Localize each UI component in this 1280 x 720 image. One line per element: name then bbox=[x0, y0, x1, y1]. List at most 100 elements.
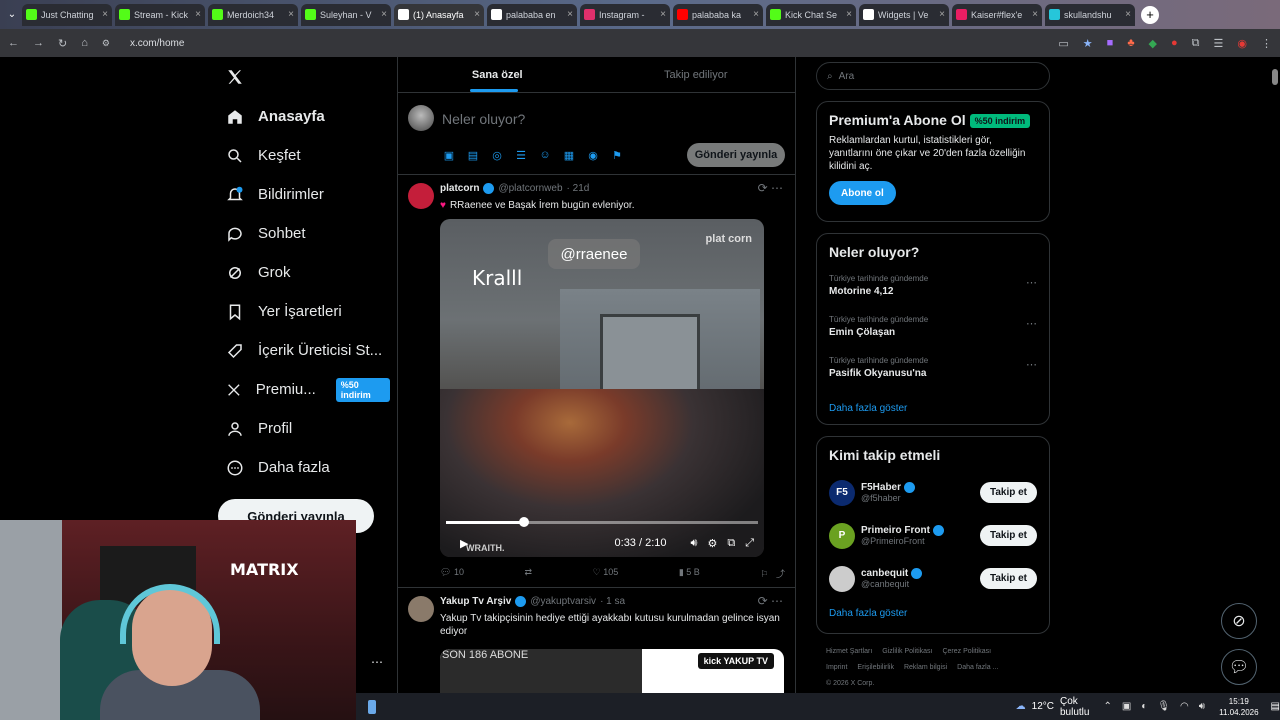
nav-item-4[interactable]: Sohbet bbox=[220, 214, 390, 253]
more-icon[interactable]: ⋯ bbox=[1026, 276, 1037, 289]
extension-2-icon[interactable]: ♣ bbox=[1127, 37, 1134, 50]
scrollbar[interactable] bbox=[1272, 69, 1278, 85]
volume-icon[interactable]: 🔊︎ bbox=[691, 537, 698, 550]
follow-suggestion[interactable]: P Primeiro Front @PrimeiroFront Takip et bbox=[829, 514, 1037, 557]
subscribe-button[interactable]: Abone ol bbox=[829, 181, 896, 206]
browser-tab[interactable]: Merdoich34 × bbox=[208, 3, 298, 26]
tray-wifi-icon[interactable]: ◠ bbox=[1180, 701, 1189, 712]
tweet-author[interactable]: Yakup Tv Arşiv bbox=[440, 596, 511, 607]
browser-tab[interactable]: Just Chatting × bbox=[22, 3, 112, 26]
avatar[interactable]: F5 bbox=[829, 479, 855, 506]
tweet-handle[interactable]: @platcornweb bbox=[498, 183, 562, 194]
nav-item-10[interactable]: Daha fazla bbox=[220, 448, 390, 487]
site-info-icon[interactable]: ⚙ bbox=[102, 38, 110, 49]
trends-show-more[interactable]: Daha fazla göster bbox=[829, 403, 1037, 414]
tray-mic-icon[interactable]: 🎙︎ bbox=[1157, 701, 1170, 712]
avatar[interactable] bbox=[408, 105, 434, 131]
reload-icon[interactable]: ↻ bbox=[58, 37, 67, 50]
follow-name[interactable]: Primeiro Front bbox=[861, 525, 930, 536]
play-icon[interactable]: ▶ bbox=[460, 537, 468, 550]
avatar[interactable] bbox=[829, 565, 855, 592]
reply-button[interactable]: 💬︎ 10 bbox=[440, 567, 464, 580]
follow-button[interactable]: Takip et bbox=[979, 482, 1037, 503]
more-icon[interactable]: ⋯ bbox=[1026, 358, 1037, 371]
footer-link[interactable]: Hizmet Şartları bbox=[826, 648, 872, 655]
trend-item[interactable]: Türkiye tarihinde gündemde Pasifik Okyanu… bbox=[829, 354, 1037, 395]
avatar[interactable] bbox=[408, 183, 434, 209]
views-button[interactable]: ▮ 5 B bbox=[679, 567, 700, 580]
follow-button[interactable]: Takip et bbox=[979, 568, 1037, 589]
nav-item-3[interactable]: Bildirimler bbox=[220, 175, 390, 214]
tray-network-icon[interactable]: ◐ bbox=[1141, 701, 1147, 712]
tab-close-icon[interactable]: × bbox=[846, 9, 852, 20]
cast-icon[interactable]: ▭ bbox=[1058, 37, 1068, 50]
follow-suggestion[interactable]: F5 F5Haber @f5haber Takip et bbox=[829, 471, 1037, 514]
avatar[interactable]: P bbox=[829, 522, 855, 549]
footer-link[interactable]: Çerez Politikası bbox=[942, 648, 991, 655]
tab-following[interactable]: Takip ediliyor bbox=[597, 57, 796, 92]
image-icon[interactable]: ▣ bbox=[442, 148, 456, 162]
trend-item[interactable]: Türkiye tarihinde gündemde Emin Çölaşan ⋯ bbox=[829, 313, 1037, 354]
video-player[interactable]: @rraenee Kralll plat corn WRAITH. ▶ 0:33… bbox=[440, 219, 764, 557]
composer-post-button[interactable]: Gönderi yayınla bbox=[687, 143, 785, 167]
trend-item[interactable]: Türkiye tarihinde gündemde Motorine 4,12 ⋯ bbox=[829, 272, 1037, 313]
tab-close-icon[interactable]: × bbox=[195, 9, 201, 20]
footer-link[interactable]: Daha fazla ... bbox=[957, 664, 998, 671]
tweet-time[interactable]: · 21d bbox=[567, 183, 590, 194]
follow-button[interactable]: Takip et bbox=[979, 525, 1037, 546]
more-icon[interactable]: ⟳ ⋯ bbox=[758, 181, 783, 195]
weather-widget[interactable]: ☁ 12°C Çok bulutlu bbox=[1016, 696, 1090, 718]
footer-link[interactable]: Gizlilik Politikası bbox=[882, 648, 932, 655]
video-scrubber-knob[interactable] bbox=[519, 517, 529, 527]
more-icon[interactable]: ⋯ bbox=[371, 655, 383, 669]
nav-item-2[interactable]: Keşfet bbox=[220, 136, 390, 175]
forward-icon[interactable]: → bbox=[33, 37, 44, 49]
tweet-media[interactable]: SON 186 ABONE kick YAKUP TV bbox=[440, 649, 784, 693]
grok-compose-icon[interactable]: ◎ bbox=[490, 148, 504, 162]
tray-volume-icon[interactable]: 🔊︎ bbox=[1199, 701, 1205, 712]
tab-close-icon[interactable]: × bbox=[381, 9, 387, 20]
retweet-button[interactable]: ⇄ bbox=[525, 567, 533, 580]
bookmark-tweet-button[interactable]: ⚐ ⤴ bbox=[760, 567, 785, 580]
tweet-time[interactable]: · 1 sa bbox=[600, 596, 625, 607]
browser-tab[interactable]: Widgets | Ve × bbox=[859, 3, 949, 26]
url-field[interactable]: x.com/home bbox=[130, 38, 184, 49]
footer-link[interactable]: Reklam bilgisi bbox=[904, 664, 947, 671]
nav-item-1[interactable]: Anasayfa bbox=[220, 97, 390, 136]
tray-app-icon[interactable]: ▣ bbox=[1122, 701, 1131, 712]
emoji-icon[interactable]: ☺ bbox=[538, 148, 552, 162]
tray-chevron-icon[interactable]: ⌃ bbox=[1103, 701, 1111, 712]
tab-close-icon[interactable]: × bbox=[567, 9, 573, 20]
browser-tab[interactable]: palababa en × bbox=[487, 3, 577, 26]
tweet-author[interactable]: platcorn bbox=[440, 183, 479, 194]
follow-name[interactable]: F5Haber bbox=[861, 482, 901, 493]
poll-icon[interactable]: ☰ bbox=[514, 148, 528, 162]
messages-float-button[interactable]: 💬︎ bbox=[1221, 649, 1257, 685]
tweet-handle[interactable]: @yakuptvarsiv bbox=[530, 596, 596, 607]
browser-tab[interactable]: Kaiser#flex'e × bbox=[952, 3, 1042, 26]
nav-item-7[interactable]: İçerik Üreticisi St... bbox=[220, 331, 390, 370]
footer-link[interactable]: Imprint bbox=[826, 664, 847, 671]
tab-close-icon[interactable]: × bbox=[102, 9, 108, 20]
profile-browser-icon[interactable]: ◉ bbox=[1237, 37, 1247, 50]
search-input[interactable]: ⌕ Ara bbox=[816, 62, 1050, 90]
extension-3-icon[interactable]: ◆ bbox=[1149, 37, 1157, 50]
tweet[interactable]: platcorn @platcornweb · 21d ⟳ ⋯ ♥ RRaene… bbox=[398, 175, 795, 588]
browser-tab[interactable]: Instagram - × bbox=[580, 3, 670, 26]
like-button[interactable]: ♡ 105 bbox=[593, 567, 619, 580]
reading-list-icon[interactable]: ☰ bbox=[1214, 37, 1224, 50]
browser-tab[interactable]: skullandshu × bbox=[1045, 3, 1135, 26]
nav-item-6[interactable]: Yer İşaretleri bbox=[220, 292, 390, 331]
nav-item-9[interactable]: Profil bbox=[220, 409, 390, 448]
settings-icon[interactable]: ⚙ bbox=[707, 537, 717, 550]
nav-item-5[interactable]: Grok bbox=[220, 253, 390, 292]
tab-close-icon[interactable]: × bbox=[1125, 9, 1131, 20]
avatar[interactable] bbox=[408, 596, 434, 622]
extension-4-icon[interactable]: ● bbox=[1171, 37, 1178, 50]
taskbar-app-icon[interactable] bbox=[368, 699, 376, 714]
gif-icon[interactable]: ▤ bbox=[466, 148, 480, 162]
browser-tab[interactable]: (1) Anasayfa × bbox=[394, 3, 484, 26]
location-icon[interactable]: ◉ bbox=[586, 148, 600, 162]
fullscreen-icon[interactable]: ⤢ bbox=[745, 537, 754, 550]
browser-tab[interactable]: palababa ka × bbox=[673, 3, 763, 26]
